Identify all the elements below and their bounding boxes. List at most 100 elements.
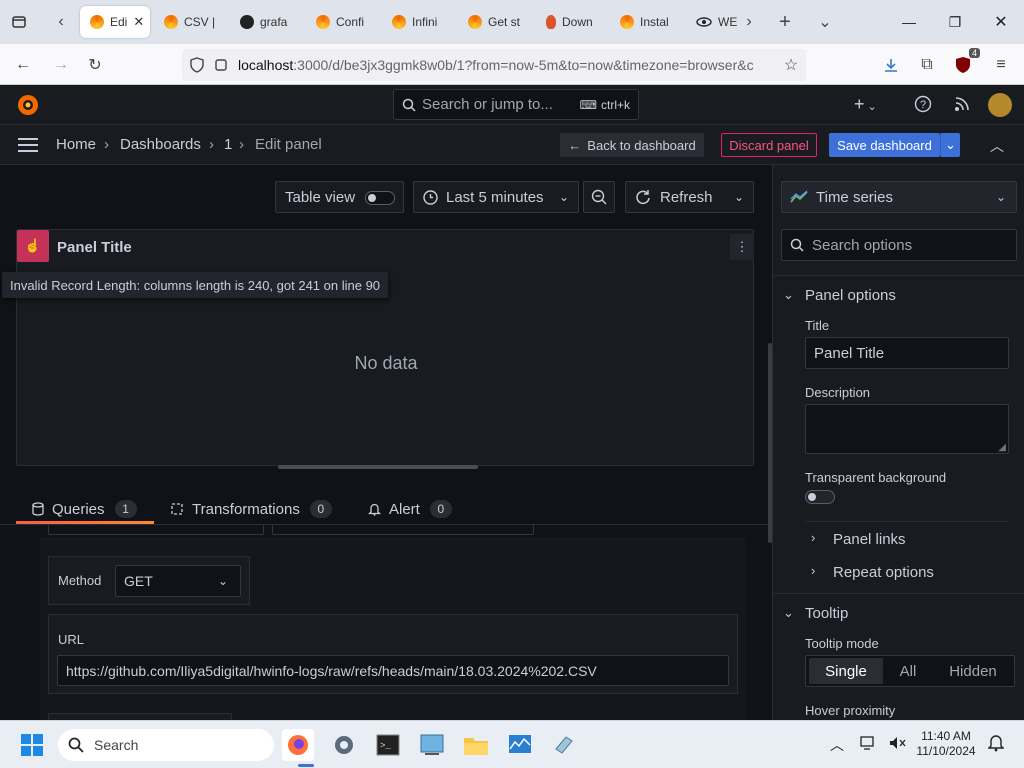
bookmark-star-icon[interactable]: ☆ bbox=[778, 52, 804, 78]
browser-tab-edit-panel[interactable]: Edi ✕ bbox=[80, 6, 150, 38]
collapse-chevron-up-icon[interactable]: ︿ bbox=[990, 136, 1004, 156]
svg-text:?: ? bbox=[920, 99, 926, 111]
new-tab-plus-icon[interactable]: + bbox=[772, 9, 798, 35]
method-select[interactable]: GET ⌄ bbox=[115, 565, 241, 597]
panel-links-header[interactable]: Panel links bbox=[833, 531, 906, 548]
downloads-icon[interactable] bbox=[878, 52, 904, 78]
chevron-right-icon: › bbox=[811, 563, 816, 578]
breadcrumb-dashboard-1[interactable]: 1 bbox=[224, 136, 232, 153]
windows-start-icon[interactable] bbox=[16, 729, 48, 761]
forward-arrow-icon[interactable]: → bbox=[48, 52, 74, 78]
query-field-partial[interactable] bbox=[48, 525, 264, 535]
close-tab-icon[interactable]: ✕ bbox=[133, 14, 144, 30]
tab-label: WE bbox=[718, 15, 738, 29]
network-icon[interactable] bbox=[860, 735, 878, 751]
tabs-scroll-left-icon[interactable]: ‹ bbox=[48, 9, 74, 35]
tab-alert[interactable]: Alert 0 bbox=[368, 495, 452, 523]
control-panel-icon[interactable] bbox=[416, 729, 448, 761]
browser-tab[interactable]: Get st bbox=[468, 6, 530, 38]
transparent-background-switch[interactable] bbox=[805, 490, 835, 504]
news-rss-icon[interactable] bbox=[954, 96, 970, 112]
app-menu-icon[interactable]: ≡ bbox=[988, 52, 1014, 78]
grafana-logo-icon[interactable] bbox=[16, 92, 40, 118]
save-dashboard-button[interactable]: Save dashboard bbox=[829, 133, 940, 157]
discard-panel-button[interactable]: Discard panel bbox=[721, 133, 817, 157]
panel-options-header[interactable]: Panel options bbox=[805, 287, 896, 304]
breadcrumb-dashboards[interactable]: Dashboards bbox=[120, 136, 201, 153]
shortcut-text: ctrl+k bbox=[600, 97, 630, 112]
notifications-bell-icon[interactable] bbox=[988, 734, 1004, 752]
help-icon[interactable]: ? bbox=[914, 95, 932, 113]
back-to-dashboard-button[interactable]: ← Back to dashboard bbox=[560, 133, 704, 157]
chevron-down-icon: ⌄ bbox=[783, 605, 794, 620]
save-options-chevron-icon[interactable]: ⌄ bbox=[940, 133, 960, 157]
browser-tab[interactable]: Confi bbox=[316, 6, 378, 38]
tab-transformations[interactable]: Transformations 0 bbox=[170, 495, 332, 523]
browser-tab[interactable]: grafa bbox=[240, 6, 302, 38]
panel-resize-handle[interactable] bbox=[278, 465, 478, 469]
app-stack-icon[interactable] bbox=[548, 729, 580, 761]
browser-tab[interactable]: Instal bbox=[620, 6, 682, 38]
panel-error-indicator[interactable]: ☝ bbox=[17, 230, 49, 262]
browser-tab[interactable]: Infini bbox=[392, 6, 454, 38]
query-field-partial[interactable] bbox=[272, 525, 534, 535]
save-button-label: Save dashboard bbox=[837, 137, 932, 153]
tooltip-mode-single[interactable]: Single bbox=[809, 658, 883, 684]
grafana-logo-icon bbox=[316, 15, 330, 29]
tooltip-mode-all[interactable]: All bbox=[883, 663, 933, 680]
repeat-options-header[interactable]: Repeat options bbox=[833, 564, 934, 581]
restore-window-icon[interactable]: ❐ bbox=[932, 0, 978, 44]
tabs-scroll-right-icon[interactable]: › bbox=[736, 9, 762, 35]
zoom-out-button[interactable] bbox=[583, 181, 615, 213]
taskbar-search[interactable]: Search bbox=[58, 729, 274, 761]
menu-hamburger-icon[interactable] bbox=[18, 137, 38, 153]
list-all-tabs-chevron-icon[interactable]: ⌄ bbox=[812, 9, 838, 35]
refresh-button[interactable]: Refresh ⌄ bbox=[625, 181, 754, 213]
title-value: Panel Title bbox=[814, 344, 885, 362]
file-explorer-folder-icon[interactable] bbox=[460, 729, 492, 761]
tooltip-mode-radio-group: Single All Hidden bbox=[805, 655, 1015, 687]
show-hidden-icons-chevron-icon[interactable]: ︿ bbox=[830, 735, 844, 755]
firefox-icon[interactable] bbox=[282, 729, 314, 761]
user-avatar[interactable] bbox=[988, 93, 1012, 117]
volume-muted-icon[interactable] bbox=[888, 735, 906, 751]
browser-tab[interactable]: Down bbox=[546, 6, 608, 38]
search-options-input[interactable]: Search options bbox=[781, 229, 1017, 261]
url-input[interactable]: https://github.com/Iliya5digital/hwinfo-… bbox=[57, 655, 729, 686]
terminal-icon[interactable]: >_ bbox=[372, 729, 404, 761]
transparent-background-label: Transparent background bbox=[805, 470, 947, 485]
url-label: URL bbox=[58, 632, 85, 647]
time-range-picker[interactable]: Last 5 minutes ⌄ bbox=[413, 181, 579, 213]
tooltip-mode-hidden[interactable]: Hidden bbox=[933, 663, 1013, 680]
tab-queries[interactable]: Queries 1 bbox=[32, 495, 137, 523]
resource-monitor-icon[interactable] bbox=[504, 729, 536, 761]
tooltip-header[interactable]: Tooltip bbox=[805, 605, 848, 622]
panel-menu-dots-icon[interactable]: ⋮ bbox=[730, 234, 754, 260]
shield-icon[interactable] bbox=[190, 57, 204, 73]
description-textarea[interactable]: ◢ bbox=[805, 404, 1009, 454]
zoom-out-icon bbox=[591, 189, 607, 205]
search-icon bbox=[402, 98, 416, 112]
table-view-toggle[interactable]: Table view bbox=[275, 181, 404, 213]
visualization-picker[interactable]: Time series ⌄ bbox=[781, 181, 1017, 213]
reload-icon[interactable]: ↻ bbox=[82, 52, 108, 78]
title-input[interactable]: Panel Title bbox=[805, 337, 1009, 369]
ublock-extension-icon[interactable]: 4 bbox=[950, 48, 980, 78]
table-view-switch[interactable] bbox=[365, 191, 395, 205]
back-arrow-icon[interactable]: ← bbox=[10, 52, 36, 78]
tab-overview-icon[interactable] bbox=[6, 9, 32, 35]
address-bar[interactable]: localhost :3000/d/be3jx3ggmk8w0b/1?from=… bbox=[182, 49, 806, 81]
add-plus-icon[interactable]: + ⌄ bbox=[854, 94, 877, 115]
hover-proximity-label: Hover proximity bbox=[805, 703, 896, 718]
search-bar[interactable]: Search or jump to... ⌨ ctrl+k bbox=[393, 89, 639, 120]
url-row: URL https://github.com/Iliya5digital/hwi… bbox=[48, 614, 738, 694]
clock[interactable]: 11:40 AM 11/10/2024 bbox=[916, 729, 976, 759]
browser-tab[interactable]: CSV | bbox=[164, 6, 226, 38]
close-window-icon[interactable]: ✕ bbox=[978, 0, 1024, 44]
minimize-window-icon[interactable]: — bbox=[886, 0, 932, 44]
breadcrumb-home[interactable]: Home bbox=[56, 136, 96, 153]
browser-tab[interactable]: WE bbox=[696, 6, 738, 38]
extensions-icon[interactable]: ⧉ bbox=[914, 52, 940, 78]
settings-gear-icon[interactable] bbox=[328, 729, 360, 761]
page-info-icon[interactable] bbox=[214, 58, 228, 72]
